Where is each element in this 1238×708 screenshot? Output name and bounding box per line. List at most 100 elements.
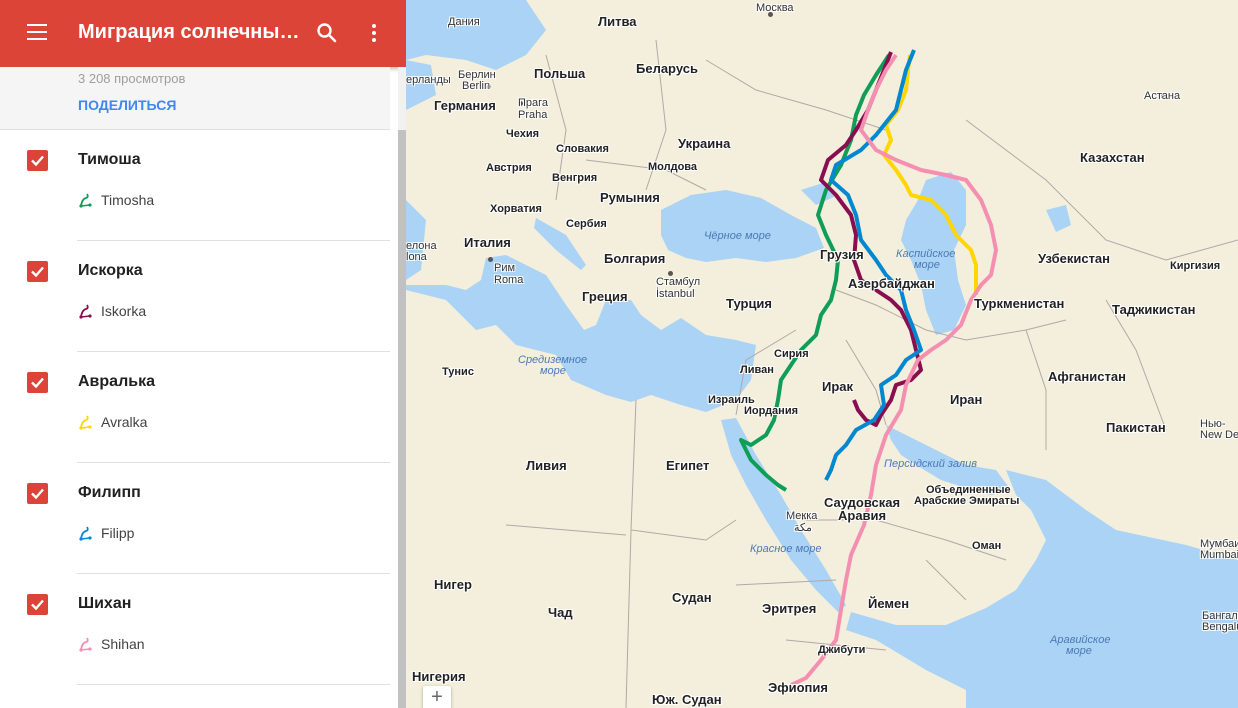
route-line-icon <box>79 526 92 541</box>
layer-checkbox[interactable] <box>27 261 48 282</box>
label-barcelona: lona <box>406 251 427 263</box>
layer-item: Шихан Shihan <box>0 574 390 685</box>
label-serbiya: Сербия <box>566 218 607 230</box>
route-line-icon <box>79 415 92 430</box>
route-name[interactable]: Timosha <box>101 192 154 208</box>
label-kirgiziya: Киргизия <box>1170 260 1221 272</box>
layer-name[interactable]: Искорка <box>78 262 143 280</box>
share-button[interactable]: ПОДЕЛИТЬСЯ <box>78 97 176 113</box>
label-new-delhi: New De <box>1200 429 1238 441</box>
label-turkmenistan: Туркменистан <box>974 296 1065 311</box>
label-astana: Астана <box>1144 90 1181 102</box>
label-mekka-ar: مكة <box>794 522 812 534</box>
label-irak: Ирак <box>822 379 854 394</box>
search-icon[interactable] <box>316 22 338 44</box>
label-slovakiya: Словакия <box>556 143 609 155</box>
label-oae-2: Арабские Эмираты <box>914 495 1020 507</box>
label-iordaniya: Иордания <box>744 405 798 417</box>
zoom-in-button[interactable]: + <box>423 686 451 708</box>
divider <box>77 684 390 685</box>
label-livan: Ливан <box>740 364 774 376</box>
layer-item: Искорка Iskorka <box>0 241 390 352</box>
label-afganistan: Афганистан <box>1048 369 1126 384</box>
label-gruziya: Грузия <box>820 247 864 262</box>
map-title: Миграция солнечных соколов <box>78 21 303 43</box>
label-krasnoe-more: Красное море <box>750 543 822 555</box>
route-line-icon <box>79 637 92 652</box>
label-kazakhstan: Казахстан <box>1080 150 1145 165</box>
scrollbar-thumb[interactable] <box>398 130 406 708</box>
label-kaspiyskoe-2: море <box>914 259 940 271</box>
layer-checkbox[interactable] <box>27 594 48 615</box>
label-istanbul: İstanbul <box>656 288 695 300</box>
layer-name[interactable]: Филипп <box>78 484 141 502</box>
label-avstriya: Австрия <box>486 162 532 174</box>
route-name[interactable]: Avralka <box>101 414 147 430</box>
label-dzhibuti: Джибути <box>818 644 866 656</box>
label-belarus: Беларусь <box>636 61 698 76</box>
label-germaniya: Германия <box>434 98 496 113</box>
label-rim: Рим <box>494 262 516 274</box>
label-iran: Иран <box>950 392 983 407</box>
layer-list: Тимоша Timosha Искорка Iskorka Авралька … <box>0 130 390 685</box>
route-name[interactable]: Filipp <box>101 525 134 541</box>
sidebar: Миграция солнечных соколов 3 208 просмот… <box>0 0 406 708</box>
route-line-icon <box>79 304 92 319</box>
route-name[interactable]: Iskorka <box>101 303 146 319</box>
layer-checkbox[interactable] <box>27 372 48 393</box>
route-name[interactable]: Shihan <box>101 636 145 652</box>
label-roma: Roma <box>494 274 524 286</box>
route-iskorka <box>819 51 923 427</box>
label-oman: Оман <box>972 540 1002 552</box>
label-gretsiya: Греция <box>582 289 628 304</box>
route-shihan <box>790 53 998 687</box>
label-sudan: Судан <box>672 590 712 605</box>
label-sredizemnoe-2: море <box>540 365 566 377</box>
label-litva: Литва <box>598 14 637 29</box>
layer-name[interactable]: Авралька <box>78 373 155 391</box>
label-stambul: Стамбул <box>656 276 701 288</box>
label-mumbai: Mumbai <box>1200 549 1238 561</box>
label-niger: Нигер <box>434 577 472 592</box>
label-siriya: Сирия <box>774 348 809 360</box>
layer-name[interactable]: Шихан <box>78 595 131 613</box>
label-rumyniya: Румыния <box>600 190 660 205</box>
label-chernoe-more: Чёрное море <box>704 230 771 242</box>
layer-item: Авралька Avralka <box>0 352 390 463</box>
label-praga: Прага <box>518 97 549 109</box>
label-moldova: Молдова <box>648 161 698 173</box>
menu-icon[interactable] <box>27 24 47 42</box>
label-italiya: Италия <box>464 235 511 250</box>
layer-item: Филипп Filipp <box>0 463 390 574</box>
city-dot <box>488 257 493 262</box>
label-persidskiy-zaliv: Персидский залив <box>884 458 977 470</box>
layer-name[interactable]: Тимоша <box>78 151 141 169</box>
label-chad: Чад <box>548 605 573 620</box>
label-pakistan: Пакистан <box>1106 420 1166 435</box>
label-eritreya: Эритрея <box>762 601 817 616</box>
app-bar: Миграция солнечных соколов <box>0 0 406 67</box>
label-polsha: Польша <box>534 66 586 81</box>
more-vert-icon[interactable] <box>366 22 382 44</box>
label-turtsiya: Турция <box>726 296 773 311</box>
layer-item: Тимоша Timosha <box>0 130 390 241</box>
view-count: 3 208 просмотров <box>78 71 186 86</box>
label-arav-more-2: море <box>1066 645 1092 657</box>
route-filipp <box>824 49 923 481</box>
layer-checkbox[interactable] <box>27 483 48 504</box>
label-saudovskaya-2: Аравия <box>838 508 887 523</box>
label-yuzh-sudan: Юж. Судан <box>652 692 722 707</box>
label-vengriya: Венгрия <box>552 172 598 184</box>
label-yemen: Йемен <box>868 596 910 611</box>
label-liviya: Ливия <box>526 458 567 473</box>
label-bolgariya: Болгария <box>604 251 666 266</box>
label-praha: Praha <box>518 109 548 121</box>
label-moskva: Москва <box>756 2 794 14</box>
layer-checkbox[interactable] <box>27 150 48 171</box>
map-canvas[interactable]: Дания Литва Москва ерланды Берлин Berlin… <box>406 0 1238 708</box>
label-ukraina: Украина <box>678 136 731 151</box>
label-egipet: Египет <box>666 458 710 473</box>
label-niderlandy: ерланды <box>406 74 451 86</box>
label-uzbekistan: Узбекистан <box>1038 251 1111 266</box>
label-nigeriya: Нигерия <box>412 669 466 684</box>
